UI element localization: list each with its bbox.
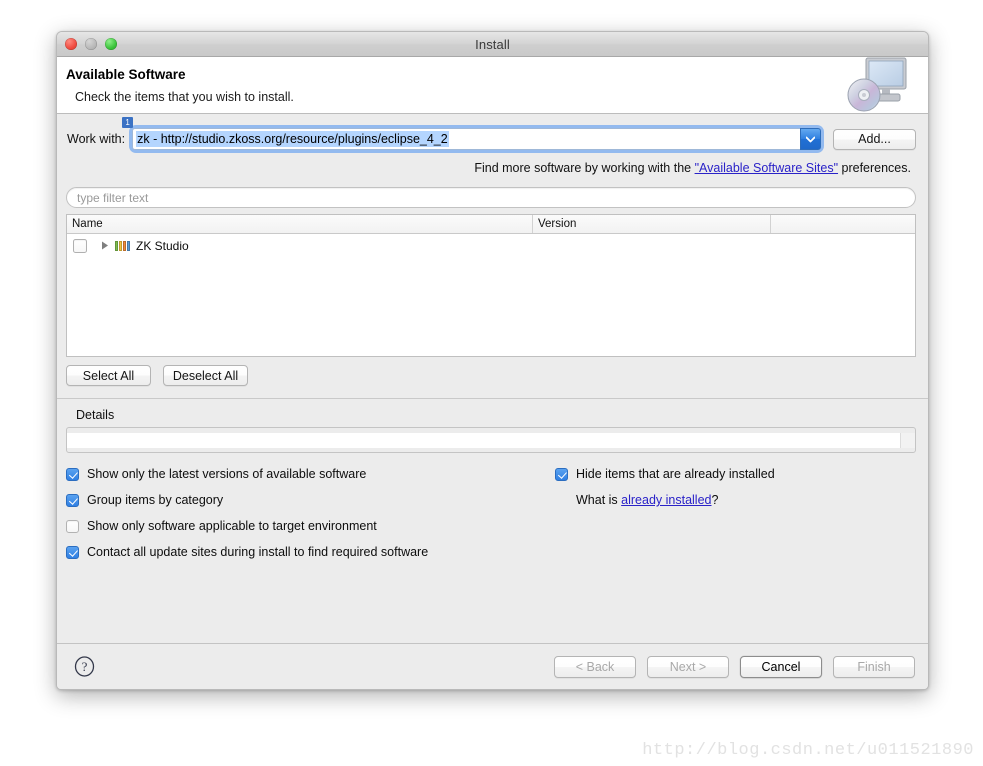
checkbox-latest-versions[interactable] bbox=[66, 467, 79, 481]
what-is-prefix: What is bbox=[576, 493, 622, 507]
cancel-button[interactable]: Cancel bbox=[740, 655, 822, 678]
window-controls bbox=[65, 38, 117, 50]
window-title: Install bbox=[475, 36, 510, 52]
deselect-all-button[interactable]: Deselect All bbox=[163, 365, 248, 386]
option-hide-installed-label: Hide items that are already installed bbox=[576, 467, 775, 481]
checkbox-hide-installed[interactable] bbox=[555, 467, 568, 481]
option-contact-update-sites-label: Contact all update sites during install … bbox=[87, 545, 429, 559]
work-with-row: Work with: 1 zk - http://studio.zkoss.or… bbox=[57, 117, 928, 152]
details-text bbox=[67, 432, 900, 448]
site-count-badge: 1 bbox=[122, 117, 134, 128]
find-more-prefix: Find more software by working with the bbox=[474, 161, 695, 175]
table-body: ZK Studio bbox=[67, 234, 915, 356]
computer-disc-icon bbox=[842, 53, 914, 115]
next-button[interactable]: Next > bbox=[647, 655, 729, 678]
row-checkbox[interactable] bbox=[73, 238, 87, 253]
option-latest-versions[interactable]: Show only the latest versions of availab… bbox=[66, 467, 928, 481]
checkbox-target-environment[interactable] bbox=[66, 519, 79, 533]
dialog-body: Work with: 1 zk - http://studio.zkoss.or… bbox=[57, 114, 928, 643]
window-titlebar: Install bbox=[57, 32, 928, 57]
details-label: Details bbox=[76, 408, 115, 422]
option-target-environment-label: Show only software applicable to target … bbox=[87, 519, 377, 533]
checkbox-group-by-category[interactable] bbox=[66, 493, 79, 507]
work-with-combo-wrap: 1 zk - http://studio.zkoss.org/resource/… bbox=[122, 117, 916, 150]
option-contact-update-sites[interactable]: Contact all update sites during install … bbox=[66, 545, 928, 559]
table-header-row: Name Version bbox=[67, 215, 915, 234]
back-button[interactable]: < Back bbox=[554, 655, 636, 678]
zoom-button[interactable] bbox=[105, 38, 117, 50]
dialog-header: Available Software Check the items that … bbox=[57, 57, 928, 114]
dialog-footer: ? < Back Next > Cancel Finish bbox=[57, 643, 928, 689]
option-target-environment[interactable]: Show only software applicable to target … bbox=[66, 519, 928, 533]
column-header-extra[interactable] bbox=[771, 215, 915, 233]
option-group-by-category[interactable]: Group items by category bbox=[66, 493, 928, 507]
checkbox-contact-update-sites[interactable] bbox=[66, 545, 79, 559]
minimize-button[interactable] bbox=[85, 38, 97, 50]
what-is-already-installed: What is already installed? bbox=[576, 493, 775, 507]
zk-studio-icon bbox=[115, 240, 130, 251]
option-latest-versions-label: Show only the latest versions of availab… bbox=[87, 467, 367, 481]
column-header-version[interactable]: Version bbox=[533, 215, 771, 233]
expand-arrow-icon[interactable] bbox=[101, 241, 109, 250]
page-title: Available Software bbox=[66, 67, 186, 82]
software-table: Name Version ZK Studio bbox=[66, 214, 916, 357]
row-name-label: ZK Studio bbox=[136, 238, 189, 253]
chevron-down-icon[interactable] bbox=[800, 128, 821, 150]
select-all-button[interactable]: Select All bbox=[66, 365, 151, 386]
close-button[interactable] bbox=[65, 38, 77, 50]
what-is-suffix: ? bbox=[711, 493, 719, 507]
filter-placeholder: type filter text bbox=[77, 190, 149, 205]
column-header-name[interactable]: Name bbox=[67, 215, 533, 233]
install-dialog-window: Install Available Software Check the ite… bbox=[56, 31, 929, 690]
details-scrollbar[interactable] bbox=[900, 432, 915, 448]
divider bbox=[57, 398, 928, 399]
find-more-text: Find more software by working with the "… bbox=[57, 161, 911, 175]
work-with-combo[interactable]: 1 zk - http://studio.zkoss.org/resource/… bbox=[122, 117, 821, 150]
option-group-by-category-label: Group items by category bbox=[87, 493, 224, 507]
options-right-column: Hide items that are already installed Wh… bbox=[555, 467, 775, 507]
svg-text:?: ? bbox=[82, 659, 88, 674]
already-installed-link[interactable]: already installed bbox=[621, 493, 711, 507]
work-with-input[interactable] bbox=[132, 128, 800, 150]
details-panel bbox=[66, 427, 916, 453]
available-software-sites-link[interactable]: "Available Software Sites" bbox=[695, 161, 838, 175]
filter-input[interactable]: type filter text bbox=[66, 187, 916, 208]
page-subtitle: Check the items that you wish to install… bbox=[75, 90, 294, 104]
work-with-label: Work with: bbox=[67, 132, 126, 146]
find-more-suffix: preferences. bbox=[838, 161, 912, 175]
finish-button[interactable]: Finish bbox=[833, 655, 915, 678]
watermark-text: http://blog.csdn.net/u011521890 bbox=[642, 741, 974, 760]
option-hide-installed[interactable]: Hide items that are already installed bbox=[555, 467, 775, 481]
table-row[interactable]: ZK Studio bbox=[67, 237, 915, 254]
add-site-button[interactable]: Add... bbox=[833, 128, 916, 150]
options-section: Show only the latest versions of availab… bbox=[66, 467, 928, 567]
question-mark-icon[interactable]: ? bbox=[74, 656, 95, 677]
selection-buttons: Select All Deselect All bbox=[66, 365, 928, 386]
